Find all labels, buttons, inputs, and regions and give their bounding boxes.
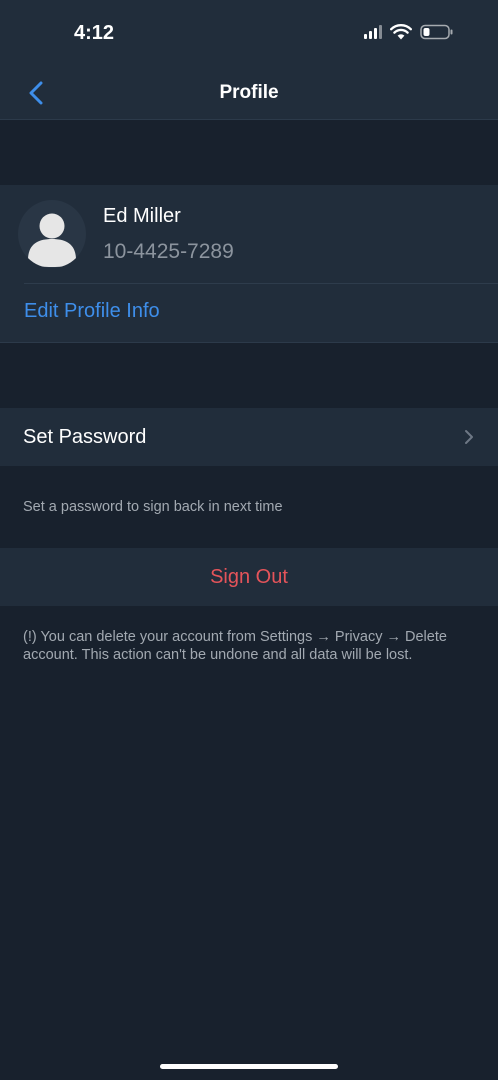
profile-name: Ed Miller — [103, 205, 181, 227]
profile-screen: 4:12 Profile Ed Miller 10-4425-7289 Edit… — [0, 0, 498, 1080]
delete-account-note: (!) You can delete your account from Set… — [23, 629, 447, 663]
avatar — [18, 200, 86, 268]
cellular-signal-icon — [364, 25, 382, 39]
status-time: 4:12 — [74, 22, 115, 44]
set-password-row[interactable]: Set Password — [0, 408, 498, 466]
edit-profile-info-link[interactable]: Edit Profile Info — [24, 300, 160, 323]
password-hint: Set a password to sign back in next time — [23, 499, 283, 515]
profile-phone: 10-4425-7289 — [103, 240, 234, 263]
navigation-bar: Profile — [0, 66, 498, 120]
status-bar: 4:12 — [0, 0, 498, 66]
set-password-label: Set Password — [23, 426, 147, 448]
wifi-icon — [390, 24, 412, 40]
sign-out-label: Sign Out — [210, 566, 288, 588]
status-icons — [364, 24, 454, 40]
page-title: Profile — [219, 82, 279, 103]
person-icon — [28, 213, 76, 267]
profile-card: Ed Miller 10-4425-7289 Edit Profile Info — [0, 185, 498, 343]
chevron-right-icon — [465, 430, 473, 444]
home-indicator[interactable] — [160, 1064, 338, 1069]
sign-out-button[interactable]: Sign Out — [0, 548, 498, 606]
divider — [24, 283, 498, 284]
battery-icon — [420, 24, 453, 40]
